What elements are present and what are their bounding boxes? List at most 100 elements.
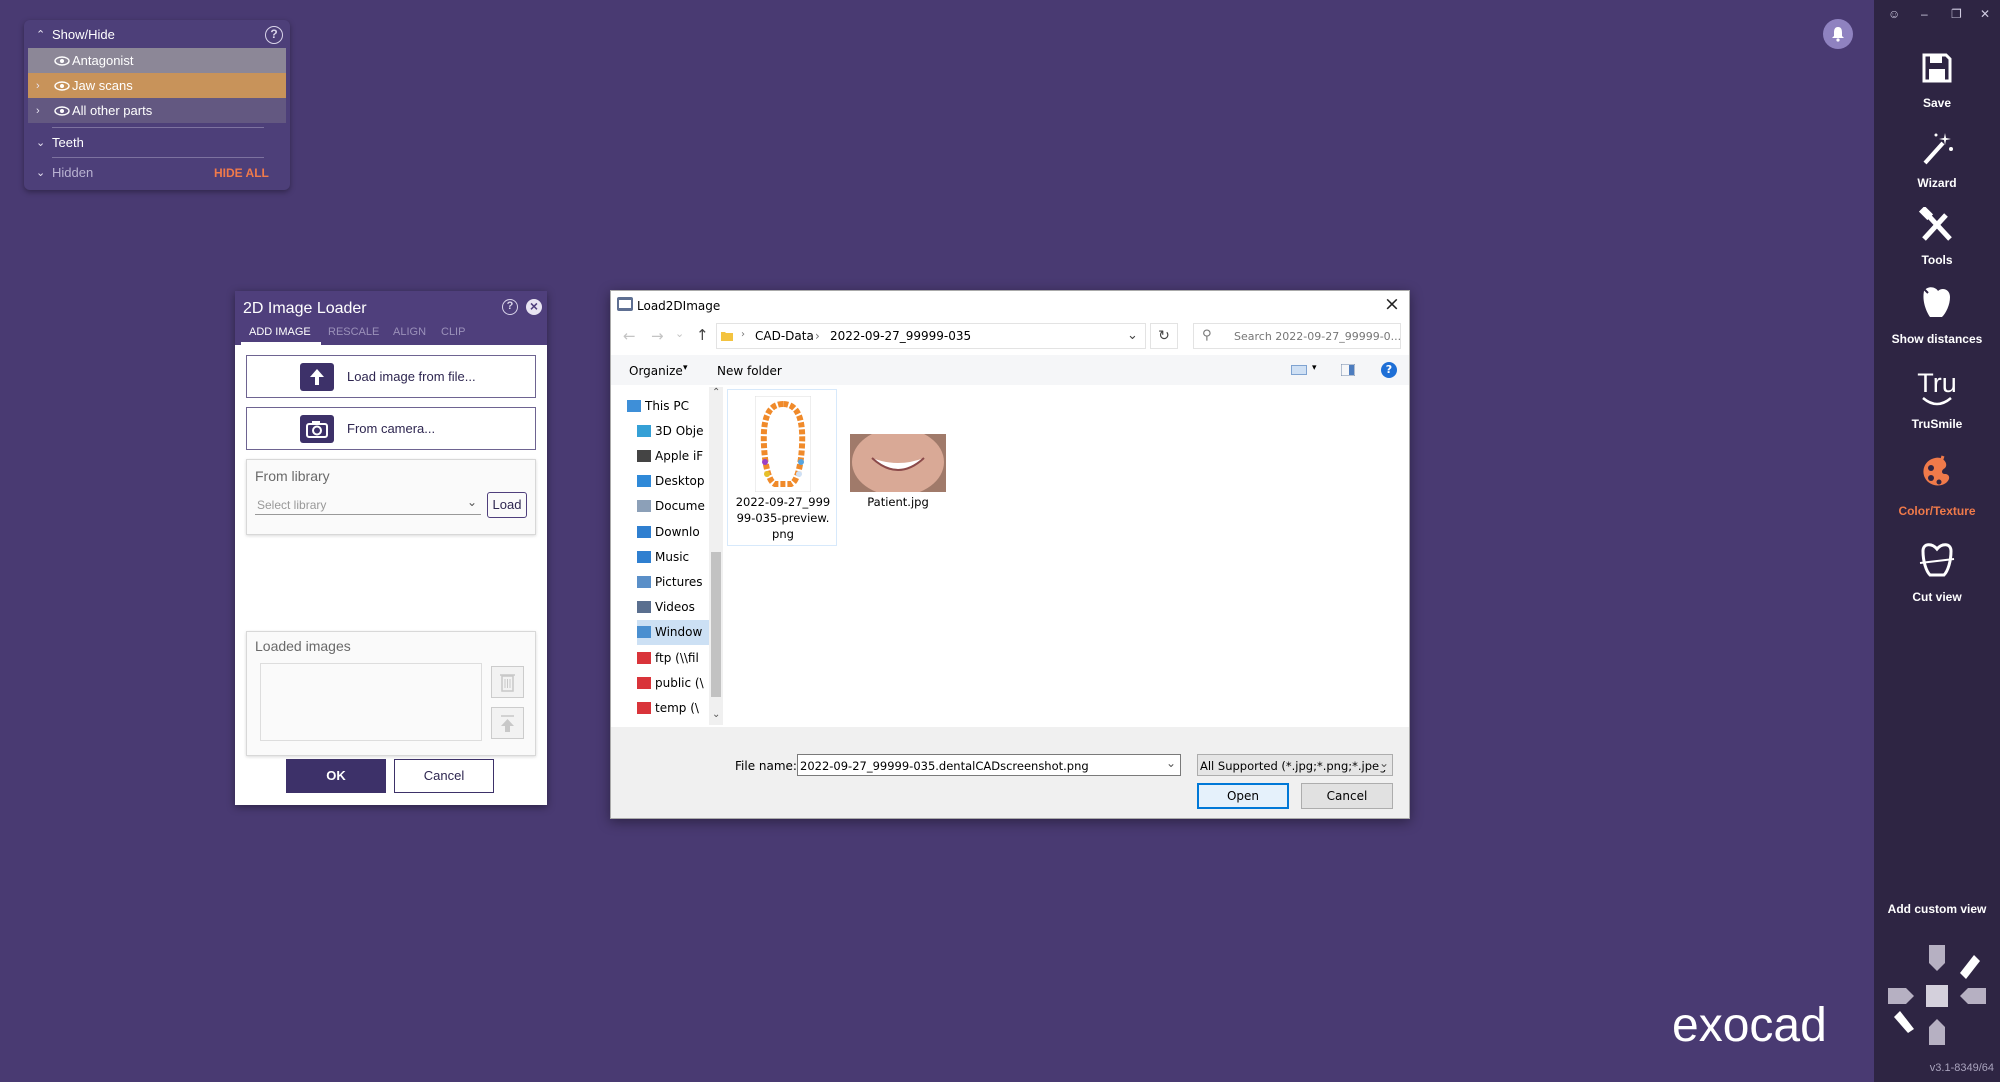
trash-icon (500, 674, 515, 692)
open-button[interactable]: Open (1197, 783, 1289, 809)
teeth-section[interactable]: ⌄ Teeth (24, 130, 290, 155)
version-label: v3.1-8349/64 (1929, 1062, 1994, 1074)
show-hide-header[interactable]: ⌃ Show/Hide (24, 22, 290, 47)
file-open-dialog: Load2DImage × ← → ⌄ ↑ › CAD-Data › 2022-… (610, 290, 1410, 819)
add-custom-view-button[interactable]: Add custom view (1874, 902, 2000, 916)
desktop-icon (637, 475, 651, 488)
trusmile-button[interactable]: Tru TruSmile (1874, 368, 2000, 432)
up-icon[interactable]: ↑ (696, 326, 709, 344)
show-item-jaw-scans[interactable]: › Jaw scans (28, 73, 286, 98)
windows-drive-icon (637, 626, 651, 639)
from-camera-button[interactable]: From camera... (246, 407, 536, 450)
show-item-antagonist[interactable]: Antagonist (28, 48, 286, 73)
show-item-all-other-parts[interactable]: › All other parts (28, 98, 286, 123)
file-item-patient[interactable]: Patient.jpg (843, 389, 953, 546)
forward-icon[interactable]: → (651, 327, 664, 345)
nav-tree-label: temp (\ (655, 700, 699, 715)
toolbar-label: Show distances (1891, 332, 1983, 346)
close-icon[interactable]: ✕ (1980, 7, 1990, 21)
hidden-section[interactable]: ⌄ Hidden HIDE ALL (24, 160, 290, 185)
color-texture-button[interactable]: Color/Texture (1874, 454, 2000, 518)
help-icon[interactable]: ? (1381, 362, 1397, 378)
view-cube-icon[interactable] (1888, 945, 1986, 1045)
upload-icon (501, 715, 514, 732)
file-item-preview[interactable]: 2022-09-27_999 99-035-preview. png (727, 389, 837, 546)
save-button[interactable]: Save (1874, 52, 2000, 112)
cancel-button[interactable]: Cancel (394, 759, 494, 793)
back-icon[interactable]: ← (623, 327, 636, 345)
divider (52, 157, 264, 158)
toolbar-label: Cut view (1912, 590, 1962, 604)
chevron-down-icon: ⌄ (466, 495, 477, 509)
loaded-images-title: Loaded images (255, 638, 351, 654)
wizard-icon (1923, 133, 1953, 165)
nav-tree-label: Downlo (655, 524, 700, 539)
show-hide-panel: ⌃ Show/Hide ? Antagonist › Jaw scans › A… (24, 20, 290, 190)
folder-icon (721, 332, 733, 341)
chevron-down-icon: ⌄ (36, 137, 46, 149)
close-icon[interactable]: × (526, 299, 542, 315)
show-item-label: Antagonist (72, 53, 134, 68)
hide-all-button[interactable]: HIDE ALL (214, 166, 269, 180)
scroll-up-icon[interactable]: ⌃ (712, 387, 720, 398)
scrollbar[interactable]: ⌃ ⌄ (709, 387, 723, 725)
tab-align[interactable]: ALIGN (393, 326, 426, 338)
organize-button[interactable]: Organize (629, 364, 683, 378)
chevron-right-icon[interactable]: › (36, 80, 40, 92)
pc-icon (627, 399, 641, 412)
user-icon[interactable]: ☺ (1888, 7, 1900, 21)
chevron-down-icon[interactable]: ▾ (1312, 363, 1317, 373)
library-load-button[interactable]: Load (487, 492, 527, 518)
chevron-down-icon[interactable]: ⌄ (1127, 328, 1138, 343)
tab-clip[interactable]: CLIP (441, 326, 465, 338)
load-from-file-button[interactable]: Load image from file... (246, 355, 536, 398)
from-camera-label: From camera... (347, 421, 436, 436)
close-icon[interactable]: × (1384, 293, 1400, 315)
file-type-filter[interactable]: All Supported (*.jpg;*.png;*.jpeg ⌄ (1197, 754, 1393, 776)
eye-icon[interactable] (54, 55, 70, 66)
notification-button[interactable] (1823, 19, 1853, 49)
file-name-field-label: File name: (735, 759, 797, 773)
show-item-label: All other parts (72, 103, 153, 118)
search-input[interactable]: ⚲ Search 2022-09-27_99999-0... (1193, 323, 1401, 349)
eye-icon[interactable] (54, 80, 70, 91)
loaded-images-list[interactable] (260, 663, 482, 741)
ok-button[interactable]: OK (286, 759, 386, 793)
new-folder-button[interactable]: New folder (717, 364, 782, 378)
help-icon[interactable]: ? (265, 26, 283, 44)
preview-pane-icon[interactable] (1341, 364, 1355, 376)
network-drive-icon (637, 651, 651, 664)
show-distances-button[interactable]: Show distances (1874, 283, 2000, 347)
cut-view-button[interactable]: Cut view (1874, 541, 2000, 605)
dental-chart-thumbnail (755, 396, 811, 492)
chevron-down-icon[interactable]: ⌄ (1166, 756, 1176, 770)
address-bar[interactable]: › CAD-Data › 2022-09-27_99999-035 ⌄ (716, 323, 1146, 349)
trusmile-icon: Tru (1917, 368, 1957, 398)
move-up-button[interactable] (491, 707, 524, 739)
tab-rescale[interactable]: RESCALE (328, 326, 379, 338)
chevron-right-icon[interactable]: › (36, 105, 40, 117)
minimize-icon[interactable]: – (1921, 7, 1928, 21)
scrollbar-thumb[interactable] (711, 552, 721, 697)
delete-image-button[interactable] (491, 666, 524, 698)
file-dialog-cancel-button[interactable]: Cancel (1301, 783, 1393, 809)
restore-icon[interactable]: ❐ (1951, 7, 1962, 21)
refresh-button[interactable]: ↻ (1150, 323, 1178, 349)
library-select-placeholder: Select library (257, 498, 327, 512)
tools-button[interactable]: Tools (1874, 207, 2000, 267)
breadcrumb-item[interactable]: CAD-Data (755, 329, 814, 343)
eye-icon[interactable] (54, 105, 70, 116)
breadcrumb-item[interactable]: 2022-09-27_99999-035 (830, 329, 971, 343)
file-name-input[interactable]: 2022-09-27_99999-035.dentalCADscreenshot… (797, 754, 1181, 776)
loaded-images-group: Loaded images (246, 631, 536, 756)
apple-icon (637, 449, 651, 462)
recent-dropdown-icon[interactable]: ⌄ (675, 327, 684, 340)
nav-tree-item[interactable]: This PC (627, 393, 721, 418)
smile-curve (1922, 397, 1952, 406)
scroll-down-icon[interactable]: ⌄ (712, 709, 720, 720)
view-options-icon[interactable] (1291, 364, 1307, 376)
tab-add-image[interactable]: ADD IMAGE (249, 326, 311, 338)
help-icon[interactable]: ? (502, 299, 518, 315)
wizard-button[interactable]: Wizard (1874, 131, 2000, 191)
library-select[interactable]: Select library ⌄ (255, 493, 481, 515)
